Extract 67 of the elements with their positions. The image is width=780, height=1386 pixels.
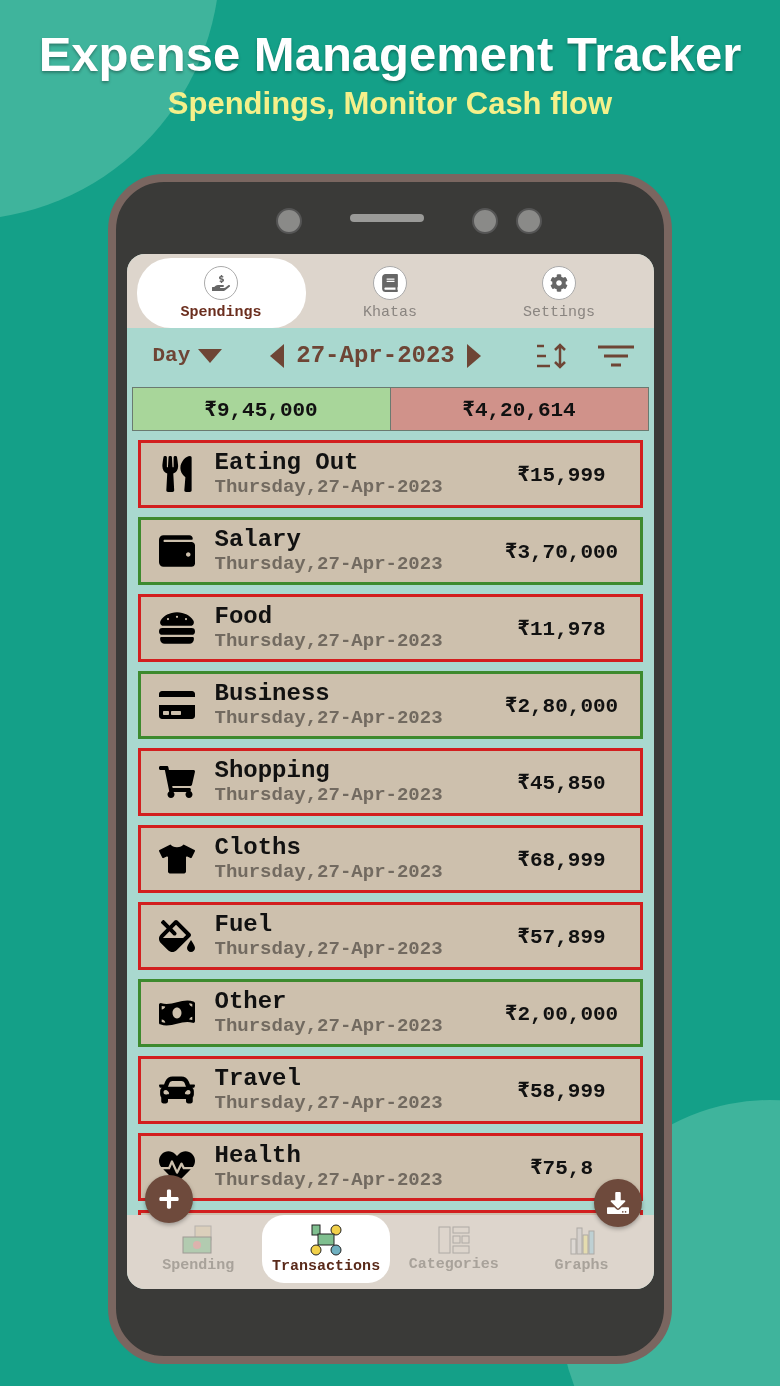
transaction-row[interactable]: Eating Out Thursday,27-Apr-2023 ₹15,999 <box>137 440 643 508</box>
category-name: Health <box>214 1142 302 1170</box>
sensor-icon <box>516 208 542 234</box>
caret-down-icon <box>198 348 223 363</box>
transaction-date: Thursday,27-Apr-2023 <box>214 1169 444 1192</box>
plus-icon <box>157 1188 180 1210</box>
category-name: Cloths <box>214 834 302 862</box>
transaction-row[interactable]: Fuel Thursday,27-Apr-2023 ₹57,899 <box>137 902 643 970</box>
expense-total: ₹4,20,614 <box>389 388 648 430</box>
layout-icon <box>437 1225 470 1254</box>
paint-bucket-icon <box>156 918 197 954</box>
payment-network-icon <box>309 1223 344 1256</box>
transaction-date: Thursday,27-Apr-2023 <box>214 476 444 499</box>
category-name: Fuel <box>214 911 274 939</box>
transaction-date: Thursday,27-Apr-2023 <box>214 1092 444 1115</box>
category-name: Business <box>214 680 331 708</box>
sort-icon[interactable] <box>535 342 568 369</box>
transaction-amount: ₹3,70,000 <box>503 539 620 564</box>
transaction-amount: ₹57,899 <box>516 924 607 949</box>
headline-subtitle: Spendings, Monitor Cash flow <box>167 86 613 122</box>
hand-coin-icon <box>204 265 238 300</box>
transaction-row[interactable]: Salary Thursday,27-Apr-2023 ₹3,70,000 <box>137 517 643 585</box>
transaction-amount: ₹2,00,000 <box>503 1001 620 1026</box>
transaction-row[interactable]: Other Thursday,27-Apr-2023 ₹2,00,000 <box>137 979 643 1047</box>
transaction-amount: ₹45,850 <box>516 770 607 795</box>
transaction-row[interactable]: Food Thursday,27-Apr-2023 ₹11,978 <box>137 594 643 662</box>
transaction-date: Thursday,27-Apr-2023 <box>214 1015 444 1038</box>
transaction-date: Thursday,27-Apr-2023 <box>214 707 444 730</box>
transaction-amount: ₹15,999 <box>516 462 607 487</box>
sensor-icon <box>472 208 498 234</box>
previous-day-button[interactable] <box>270 343 285 368</box>
category-name: Travel <box>214 1065 302 1093</box>
category-name: Salary <box>214 526 302 554</box>
transaction-date: Thursday,27-Apr-2023 <box>214 784 444 807</box>
transaction-row[interactable]: Health Thursday,27-Apr-2023 ₹75,8 <box>137 1133 643 1201</box>
bottom-nav-tab[interactable]: Transactions <box>262 1215 390 1283</box>
category-name: Food <box>214 603 274 631</box>
download-icon <box>606 1192 629 1214</box>
transaction-row[interactable]: Travel Thursday,27-Apr-2023 ₹58,999 <box>137 1056 643 1124</box>
transaction-date: Thursday,27-Apr-2023 <box>214 861 444 884</box>
top-tab[interactable]: Spendings <box>136 258 306 328</box>
camera-icon <box>276 208 302 234</box>
cart-icon <box>156 764 197 800</box>
transaction-row[interactable]: Shopping Thursday,27-Apr-2023 ₹45,850 <box>137 748 643 816</box>
book-icon <box>373 265 407 300</box>
gear-icon <box>542 265 576 300</box>
wallet-icon <box>156 533 197 569</box>
next-day-button[interactable] <box>466 343 481 368</box>
transaction-amount: ₹75,8 <box>528 1155 595 1180</box>
headline-title: Expense Management Tracker <box>38 26 742 82</box>
transaction-date: Thursday,27-Apr-2023 <box>214 938 444 961</box>
transaction-amount: ₹58,999 <box>516 1078 607 1103</box>
category-name: Shopping <box>214 757 331 785</box>
transaction-amount: ₹68,999 <box>516 847 607 872</box>
burger-icon <box>156 610 197 646</box>
transaction-date: Thursday,27-Apr-2023 <box>214 553 444 576</box>
transaction-row[interactable]: Cloths Thursday,27-Apr-2023 ₹68,999 <box>137 825 643 893</box>
transaction-amount: ₹2,80,000 <box>503 693 620 718</box>
transaction-date: Thursday,27-Apr-2023 <box>214 630 444 653</box>
current-date: 27-Apr-2023 <box>296 342 455 369</box>
transaction-amount: ₹11,978 <box>516 616 607 641</box>
period-dropdown[interactable]: Day <box>152 344 223 367</box>
category-name: Other <box>214 988 288 1016</box>
transaction-row[interactable]: Business Thursday,27-Apr-2023 ₹2,80,000 <box>137 671 643 739</box>
filter-icon[interactable] <box>597 344 634 367</box>
category-name: Eating Out <box>214 449 360 477</box>
income-total: ₹9,45,000 <box>132 388 390 430</box>
